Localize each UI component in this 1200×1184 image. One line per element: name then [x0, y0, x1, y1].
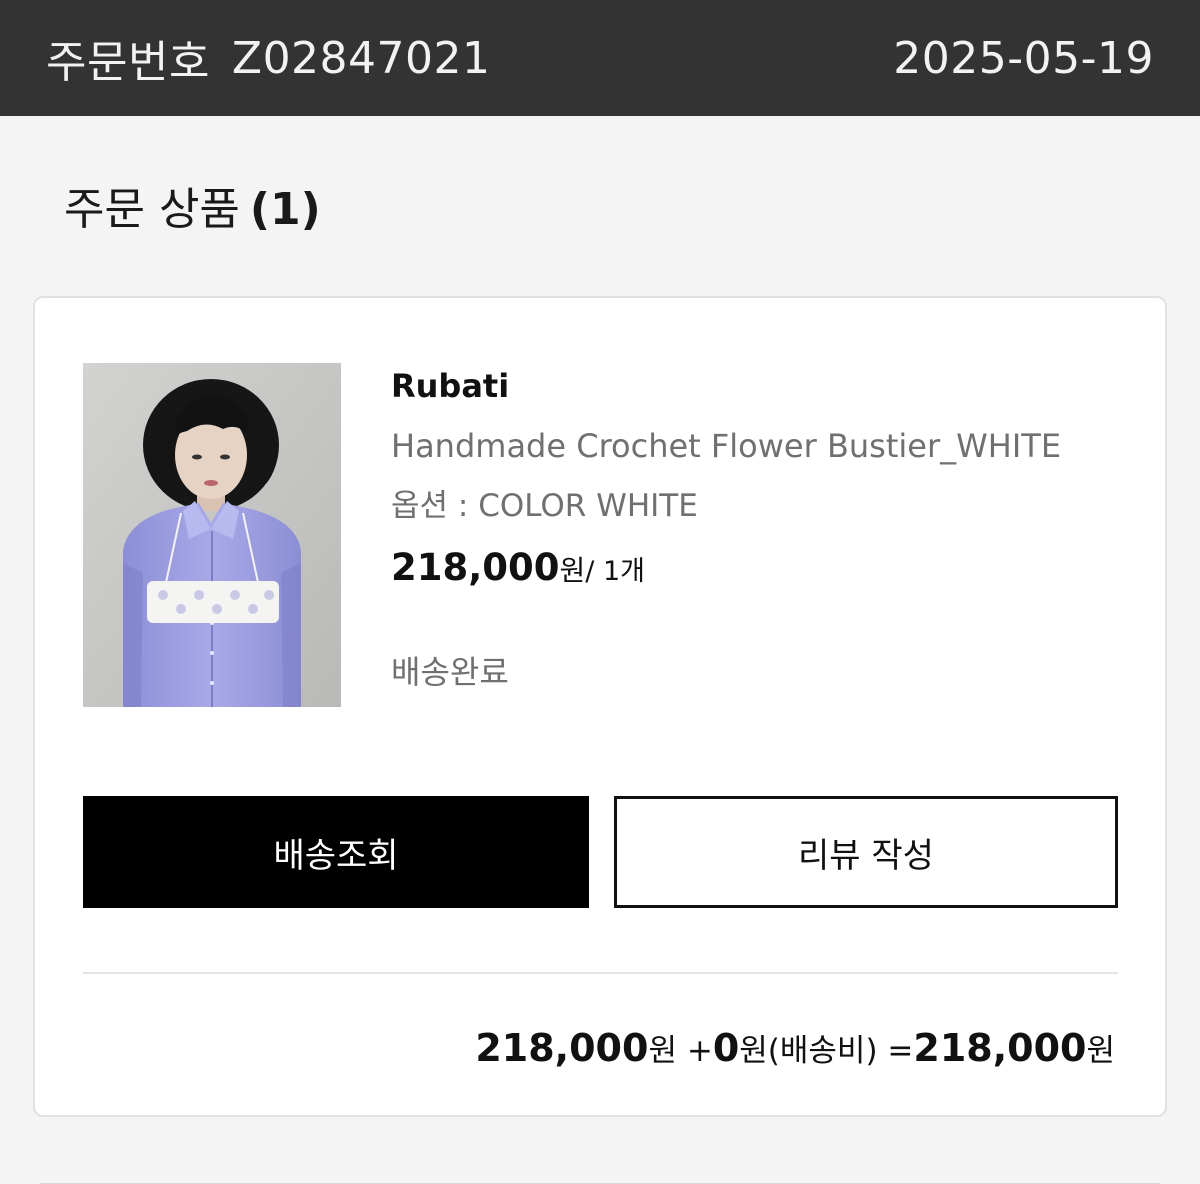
price-value: 218,000 [391, 546, 560, 589]
product-thumbnail[interactable] [83, 363, 341, 707]
quantity: / 1개 [585, 556, 645, 587]
section-title: 주문 상품 (1) [64, 182, 1200, 238]
product-photo-illustration [83, 363, 341, 707]
track-delivery-button[interactable]: 배송조회 [83, 796, 589, 908]
order-info: 주문번호 Z02847021 [46, 26, 491, 90]
item-total: 218,000 [475, 1026, 649, 1070]
product-name[interactable]: Handmade Crochet Flower Bustier_WHITE [391, 423, 1131, 469]
shipping-fee: 0 [712, 1026, 740, 1070]
brand-name[interactable]: Rubati [391, 363, 1131, 409]
grand-total-unit: 원 [1086, 1033, 1115, 1069]
divider [83, 972, 1118, 974]
write-review-button[interactable]: 리뷰 작성 [614, 796, 1118, 908]
shipping-label: (배송비) [767, 1033, 878, 1069]
product-info: Rubati Handmade Crochet Flower Bustier_W… [391, 363, 1131, 695]
plus-sign: + [676, 1033, 713, 1069]
order-number-label: 주문번호 [46, 37, 210, 88]
equals-sign: = [877, 1033, 914, 1069]
order-number: Z02847021 [231, 32, 491, 84]
section-title-text: 주문 상품 [64, 184, 240, 235]
item-count: (1) [249, 184, 321, 235]
shipping-unit: 원 [739, 1033, 768, 1069]
grand-total: 218,000 [913, 1026, 1087, 1070]
order-header: 주문번호 Z02847021 2025-05-19 [0, 0, 1200, 116]
delivery-status: 배송완료 [391, 653, 509, 691]
order-item-card: Rubati Handmade Crochet Flower Bustier_W… [33, 296, 1167, 1117]
product-price: 218,000원/ 1개 [391, 543, 1131, 593]
product-option: 옵션 : COLOR WHITE [391, 488, 698, 524]
price-summary: 218,000원 +0원(배송비) =218,000원 [475, 1022, 1115, 1074]
item-total-unit: 원 [648, 1033, 677, 1069]
order-date: 2025-05-19 [893, 32, 1154, 84]
price-unit: 원 [559, 554, 586, 587]
